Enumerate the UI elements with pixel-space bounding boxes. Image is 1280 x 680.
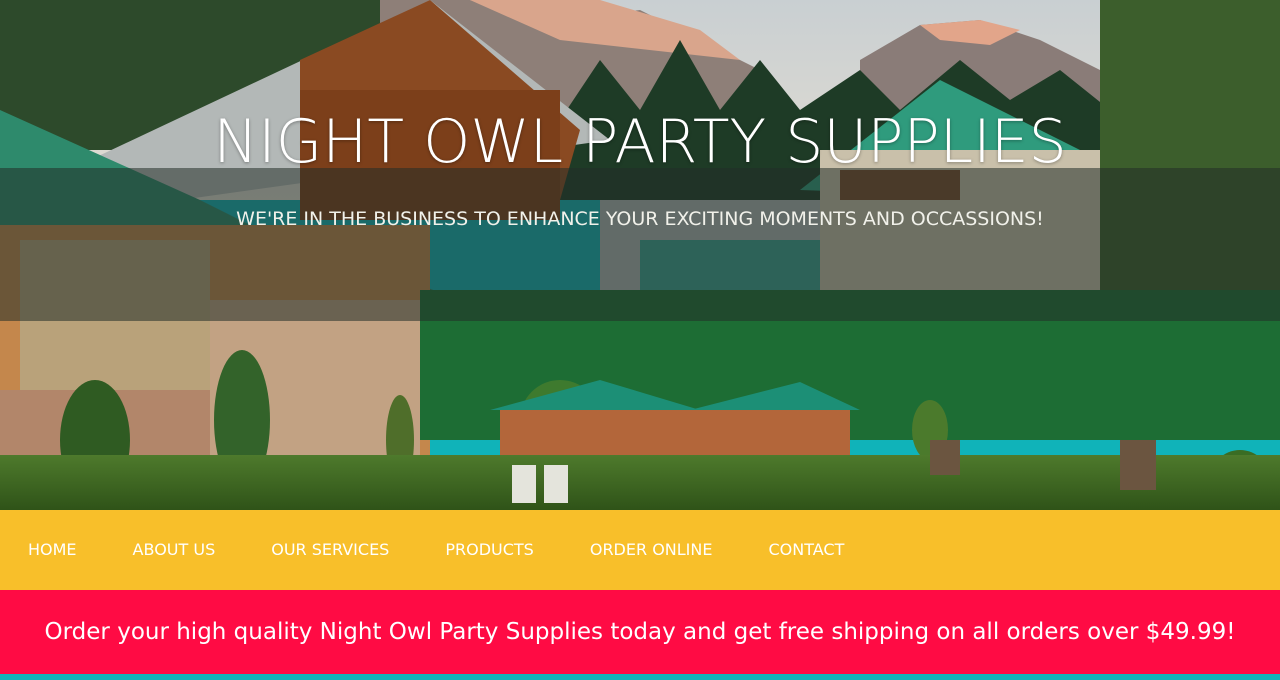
- nav-contact[interactable]: CONTACT: [768, 510, 844, 590]
- nav-products[interactable]: PRODUCTS: [445, 510, 534, 590]
- promo-banner: Order your high quality Night Owl Party …: [0, 590, 1280, 674]
- nav-our-services[interactable]: OUR SERVICES: [271, 510, 389, 590]
- hero-banner: NIGHT OWL PARTY SUPPLIES WE'RE IN THE BU…: [0, 0, 1280, 510]
- site-title: NIGHT OWL PARTY SUPPLIES: [213, 107, 1067, 177]
- footer-strip: [0, 674, 1280, 680]
- hero-overlay-band: [0, 168, 1280, 321]
- nav-home[interactable]: HOME: [28, 510, 77, 590]
- nav-about-us[interactable]: ABOUT US: [133, 510, 216, 590]
- site-tagline: WE'RE IN THE BUSINESS TO ENHANCE YOUR EX…: [236, 208, 1044, 230]
- nav-order-online[interactable]: ORDER ONLINE: [590, 510, 713, 590]
- main-navigation: HOME ABOUT US OUR SERVICES PRODUCTS ORDE…: [0, 510, 1280, 590]
